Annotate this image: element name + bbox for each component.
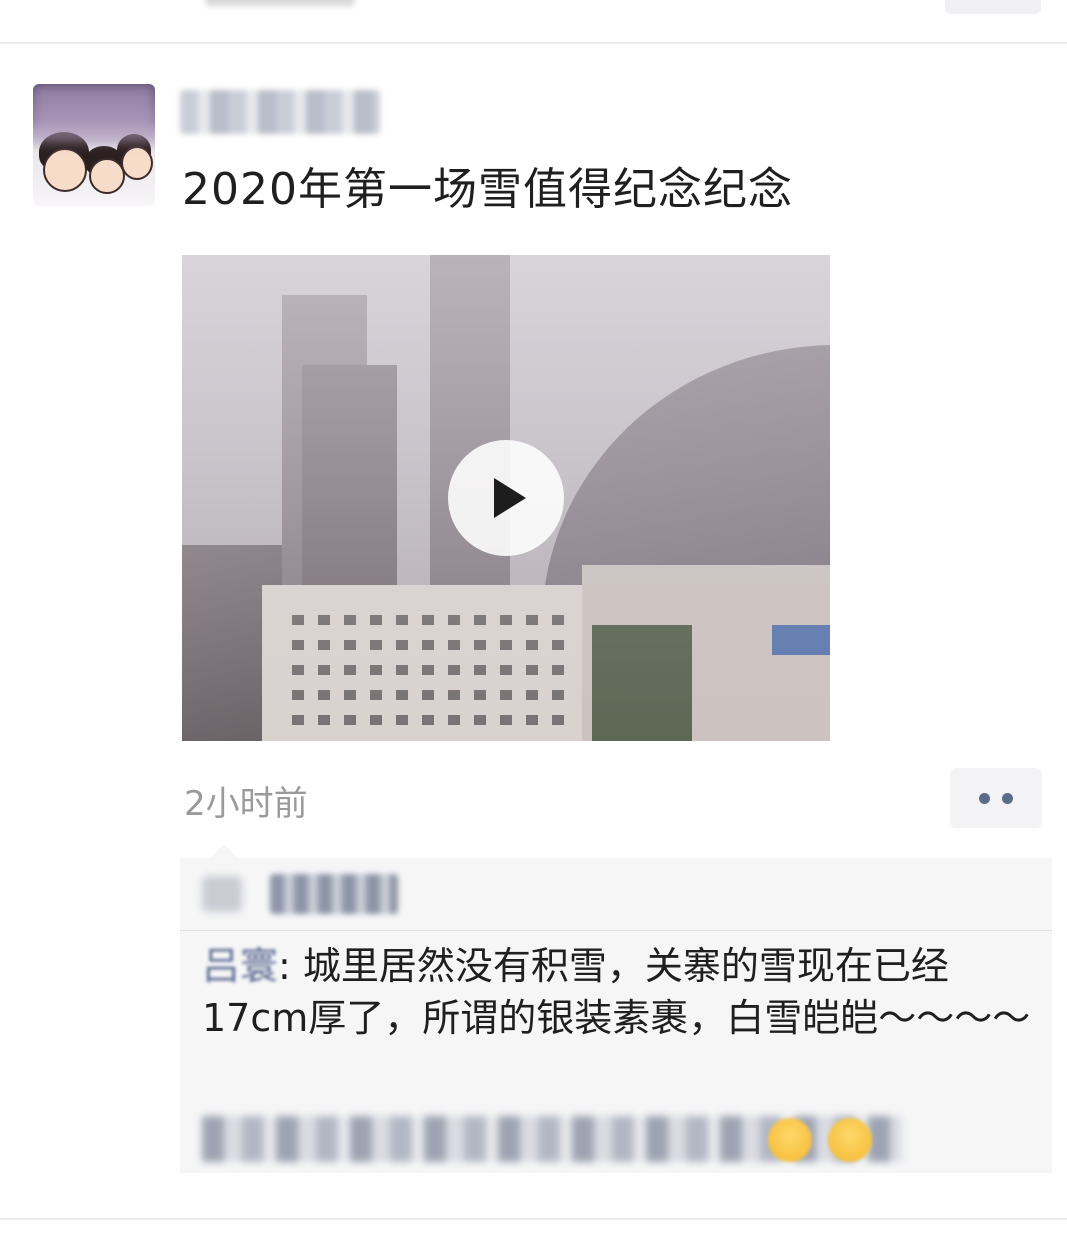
play-button[interactable] — [448, 440, 564, 556]
avatar[interactable] — [33, 84, 155, 206]
comment-item[interactable]: 吕寰: 城里居然没有积雪，关寨的雪现在已经17cm厚了，所谓的银装素裹，白雪皑皑… — [202, 940, 1032, 1044]
video-thumbnail[interactable] — [182, 255, 830, 741]
comments-divider — [180, 930, 1052, 931]
more-dots-icon — [979, 793, 990, 804]
previous-post-more-button[interactable] — [945, 0, 1041, 14]
comments-panel: 吕寰: 城里居然没有积雪，关寨的雪现在已经17cm厚了，所谓的银装素裹，白雪皑皑… — [180, 844, 1052, 1173]
likes-row — [180, 858, 1052, 930]
heart-icon — [202, 876, 242, 912]
post-timestamp: 2小时前 — [184, 784, 308, 824]
more-options-button[interactable] — [950, 768, 1042, 828]
comment-text: 城里居然没有积雪，关寨的雪现在已经17cm厚了，所谓的银装素裹，白雪皑皑～～～～ — [202, 944, 1031, 1040]
post-divider — [0, 1218, 1067, 1220]
likes-names-blurred[interactable] — [270, 874, 398, 914]
comment-author[interactable]: 吕寰 — [202, 944, 278, 988]
username-blurred[interactable] — [180, 90, 380, 134]
previous-post-text-blurred — [205, 0, 355, 6]
previous-post-footer — [0, 0, 1067, 42]
play-icon — [494, 478, 526, 518]
comment-item-blurred[interactable] — [202, 1108, 902, 1168]
post-divider — [0, 42, 1067, 44]
comment-separator: : — [278, 944, 303, 988]
emoji-icon — [828, 1118, 872, 1162]
post-text: 2020年第一场雪值得纪念纪念 — [182, 164, 793, 215]
emoji-icon — [768, 1118, 812, 1162]
